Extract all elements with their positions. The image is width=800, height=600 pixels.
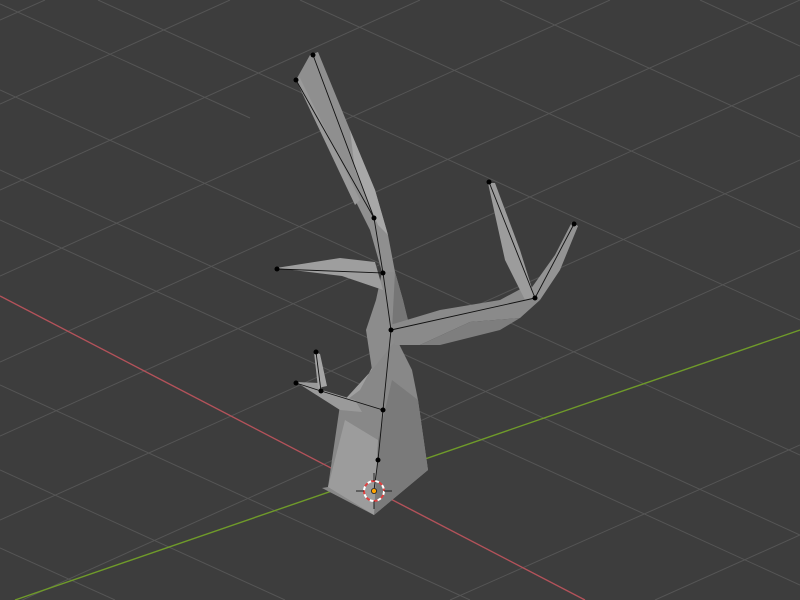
vertex[interactable] — [318, 388, 324, 394]
3d-viewport[interactable] — [0, 0, 800, 600]
vertex[interactable] — [313, 349, 319, 355]
vertex[interactable] — [375, 457, 381, 463]
x-axis-line — [0, 295, 586, 600]
vertex[interactable] — [293, 77, 299, 83]
vertex[interactable] — [293, 380, 299, 386]
vertex[interactable] — [380, 407, 386, 413]
vertex[interactable] — [310, 52, 316, 58]
vertex[interactable] — [486, 179, 492, 185]
vertex[interactable] — [388, 327, 394, 333]
origin-point-icon — [370, 487, 377, 494]
vertex[interactable] — [380, 270, 386, 276]
vertex[interactable] — [371, 215, 377, 221]
vertex[interactable] — [532, 295, 538, 301]
vertex[interactable] — [274, 266, 280, 272]
vertex[interactable] — [571, 221, 577, 227]
